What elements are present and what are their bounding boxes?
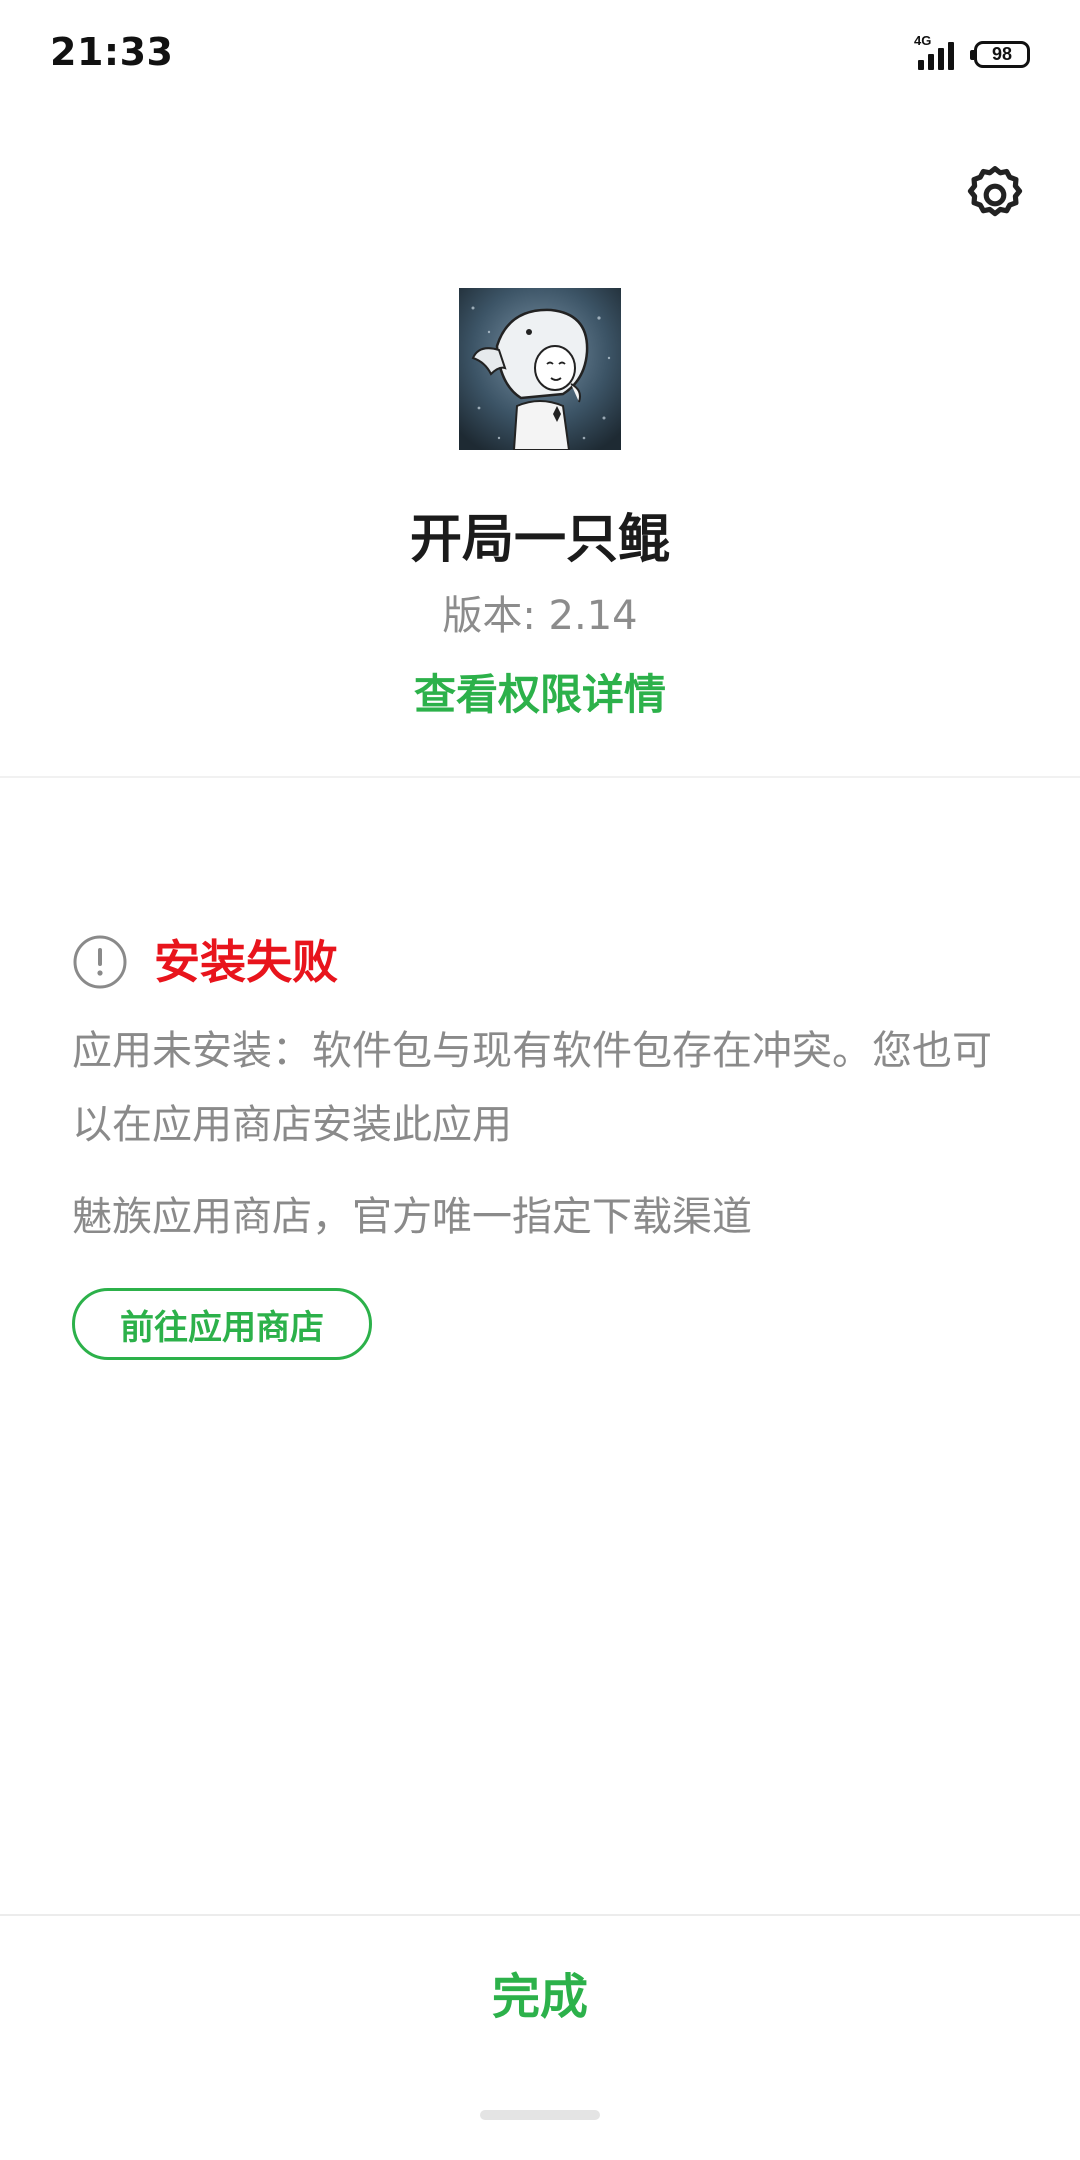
status-icons: 4G 98 bbox=[914, 33, 1030, 74]
done-button[interactable]: 完成 bbox=[0, 1916, 1080, 2068]
battery-level: 98 bbox=[991, 44, 1013, 64]
gear-icon bbox=[967, 166, 1023, 217]
home-indicator[interactable] bbox=[480, 2110, 600, 2120]
app-name: 开局一只鲲 bbox=[409, 510, 670, 570]
settings-button[interactable] bbox=[960, 160, 1030, 230]
status-bar: 21:33 4G 98 bbox=[0, 0, 1080, 110]
permission-details-link[interactable]: 查看权限详情 bbox=[0, 666, 1080, 724]
signal-icon: 4G bbox=[914, 33, 962, 72]
divider bbox=[0, 776, 1080, 778]
go-to-app-store-button[interactable]: 前往应用商店 bbox=[72, 1288, 372, 1360]
app-icon bbox=[459, 288, 621, 450]
status-time: 21:33 bbox=[50, 30, 174, 74]
failure-message: 应用未安装：软件包与现有软件包存在冲突。您也可以在应用商店安装此应用 bbox=[72, 1028, 992, 1148]
app-version: 版本: 2.14 bbox=[442, 593, 638, 639]
battery-icon: 98 bbox=[970, 40, 1030, 68]
install-result-header: 安装失败 bbox=[72, 932, 338, 992]
alert-circle-icon bbox=[72, 934, 128, 990]
signal-bars bbox=[918, 42, 954, 70]
app-avatar-icon bbox=[459, 288, 621, 450]
store-note: 魅族应用商店，官方唯一指定下载渠道 bbox=[72, 1194, 752, 1240]
install-failed-title: 安装失败 bbox=[154, 935, 338, 989]
